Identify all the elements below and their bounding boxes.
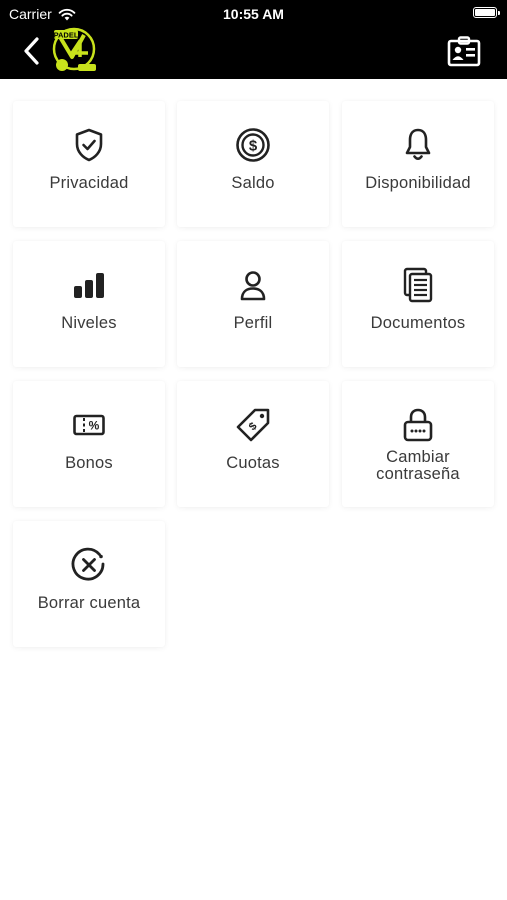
user-icon <box>240 271 266 301</box>
menu-item-cuotas[interactable]: $ Cuotas <box>177 381 329 507</box>
menu-item-niveles[interactable]: Niveles <box>13 241 165 367</box>
battery-icon <box>473 7 500 18</box>
menu-item-label: Borrar cuenta <box>37 594 141 612</box>
shield-check-icon <box>75 128 103 162</box>
menu-item-label: Saldo <box>231 174 275 192</box>
back-button[interactable] <box>18 35 48 67</box>
menu-item-label: Cuotas <box>226 454 280 472</box>
padel-logo-icon: PADEL <box>52 27 96 71</box>
menu-item-documentos[interactable]: Documentos <box>342 241 494 367</box>
id-card-icon <box>447 36 481 67</box>
svg-text:PADEL: PADEL <box>54 31 79 40</box>
menu-item-saldo[interactable]: $ Saldo <box>177 101 329 227</box>
menu-item-label: Disponibilidad <box>365 174 471 192</box>
menu-item-label: Niveles <box>61 314 117 332</box>
menu-item-label: Perfil <box>233 314 273 332</box>
menu-item-cambiar-contrasena[interactable]: Cambiar contraseña <box>342 381 494 507</box>
nav-bar: PADEL <box>0 27 507 79</box>
status-time: 10:55 AM <box>223 6 284 22</box>
menu-item-label: Privacidad <box>49 174 129 192</box>
svg-text:$: $ <box>247 420 260 433</box>
documents-icon <box>403 267 433 303</box>
menu-item-perfil[interactable]: Perfil <box>177 241 329 367</box>
coin-dollar-icon: $ <box>236 128 270 162</box>
id-card-button[interactable] <box>447 36 481 68</box>
menu-item-disponibilidad[interactable]: Disponibilidad <box>342 101 494 227</box>
svg-text:%: % <box>89 419 100 433</box>
menu-item-label: Documentos <box>370 314 466 332</box>
menu-item-privacidad[interactable]: Privacidad <box>13 101 165 227</box>
menu-item-label-line1: Cambiar <box>386 448 450 466</box>
menu-item-label: Bonos <box>65 454 113 472</box>
level-bars-icon <box>74 273 104 298</box>
status-bar: Carrier 10:55 AM <box>0 0 507 27</box>
bell-icon <box>405 128 431 161</box>
price-tag-icon: $ <box>236 408 270 442</box>
menu-item-bonos[interactable]: % Bonos <box>13 381 165 507</box>
circle-x-icon <box>71 547 105 581</box>
menu-item-borrar-cuenta[interactable]: Borrar cuenta <box>13 521 165 647</box>
voucher-percent-icon: % <box>73 414 105 436</box>
svg-text:$: $ <box>249 138 258 155</box>
menu-item-label: Cambiar contraseña <box>342 449 494 483</box>
lock-icon <box>403 408 433 442</box>
menu-item-label-line2: contraseña <box>376 465 460 483</box>
chevron-left-icon <box>24 37 39 65</box>
padel-logo: PADEL <box>50 27 100 75</box>
